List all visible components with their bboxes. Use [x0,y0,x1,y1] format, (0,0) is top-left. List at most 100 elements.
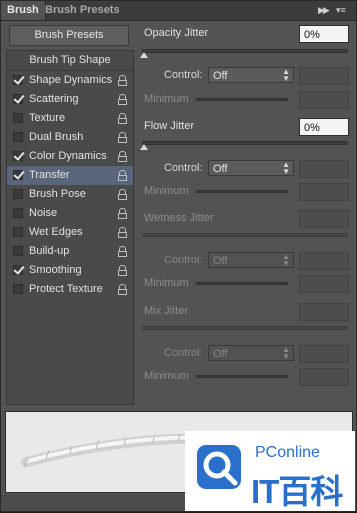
checkbox[interactable] [13,284,23,294]
mix-control-label: Control: [164,347,203,359]
wetness-minimum-slider [196,282,288,285]
option-row-protect-texture[interactable]: Protect Texture [7,280,133,299]
checkbox[interactable] [13,170,23,180]
wetness-control-select: Off ▲ ▼ [208,252,294,268]
checkbox[interactable] [13,265,23,275]
option-row-color-dynamics[interactable]: Color Dynamics [7,147,133,166]
opacity-minimum-field [299,91,349,109]
option-label: Color Dynamics [29,150,107,162]
option-row-smoothing[interactable]: Smoothing [7,261,133,280]
opacity-jitter-slider-thumb[interactable] [140,52,148,58]
watermark-subtitle: IT百科 [251,473,343,510]
opacity-minimum-label: Minimum [144,93,189,105]
opacity-jitter-slider[interactable] [142,49,348,53]
flow-control-value: Off [213,163,228,175]
flow-minimum-slider [196,190,288,193]
option-row-brush-pose[interactable]: Brush Pose [7,185,133,204]
checkbox[interactable] [13,189,23,199]
option-row-wet-edges[interactable]: Wet Edges [7,223,133,242]
select-arrows-icon: ▲ ▼ [282,160,290,176]
option-row-texture[interactable]: Texture [7,109,133,128]
mix-jitter-slider [142,326,348,330]
option-row-build-up[interactable]: Build-up [7,242,133,261]
flow-jitter-field[interactable]: 0% [299,118,349,136]
flow-control-label: Control: [164,162,203,174]
option-label: Wet Edges [29,226,83,238]
wetness-minimum-field [299,275,349,293]
mix-jitter-label: Mix Jitter [144,305,188,317]
lock-icon[interactable] [118,246,127,257]
option-row-noise[interactable]: Noise [7,204,133,223]
lock-icon[interactable] [118,227,127,238]
wetness-jitter-slider [142,233,348,237]
lock-icon[interactable] [118,284,127,295]
option-label: Scattering [29,93,79,105]
mix-jitter-field [299,303,349,321]
option-row-dual-brush[interactable]: Dual Brush [7,128,133,147]
wetness-control-label: Control: [164,254,203,266]
lock-icon[interactable] [118,132,127,143]
checkbox[interactable] [13,94,23,104]
opacity-control-label: Control: [164,69,203,81]
mix-minimum-field [299,368,349,386]
flow-minimum-field [299,183,349,201]
checkbox[interactable] [13,208,23,218]
brush-options-list: Brush Tip Shape Shape Dynamics Scattering… [6,50,134,405]
opacity-jitter-label: Opacity Jitter [144,27,209,39]
watermark: PConline IT百科 [185,431,355,511]
option-label: Smoothing [29,264,82,276]
mix-minimum-slider [196,375,288,378]
flow-control-field [299,160,349,178]
flow-jitter-slider[interactable] [142,141,348,145]
brush-panel: Brush Brush Presets ▶▶ ▾≡ Brush Presets … [0,0,357,512]
lock-icon[interactable] [118,265,127,276]
lock-icon[interactable] [118,189,127,200]
lock-icon[interactable] [118,170,127,181]
lock-icon[interactable] [118,208,127,219]
select-arrows-icon: ▲ ▼ [282,252,290,268]
select-arrows-icon: ▲ ▼ [282,67,290,83]
brush-tip-shape-item[interactable]: Brush Tip Shape [7,51,133,71]
option-label: Brush Pose [29,188,86,200]
collapse-panel-icon[interactable]: ▶▶ [318,4,332,16]
option-label: Dual Brush [29,131,84,143]
wetness-control-field [299,252,349,270]
opacity-jitter-field[interactable]: 0% [299,25,349,43]
wetness-jitter-field [299,210,349,228]
mix-minimum-label: Minimum [144,370,189,382]
option-row-scattering[interactable]: Scattering [7,90,133,109]
brush-presets-button[interactable]: Brush Presets [9,25,129,46]
option-row-transfer[interactable]: Transfer [7,166,133,185]
transfer-settings: Opacity Jitter 0% Control: Off ▲ ▼ Minimum… [136,21,356,409]
opacity-control-value: Off [213,70,228,82]
option-label: Shape Dynamics [29,74,113,86]
pconline-logo-icon [197,445,241,489]
mix-control-value: Off [213,348,228,360]
checkbox[interactable] [13,75,23,85]
flow-jitter-slider-thumb[interactable] [140,144,148,150]
option-label: Transfer [29,169,70,181]
panel-menu-icon[interactable]: ▾≡ [336,4,350,16]
wetness-control-value: Off [213,255,228,267]
checkbox[interactable] [13,151,23,161]
checkbox[interactable] [13,113,23,123]
lock-icon[interactable] [118,75,127,86]
option-label: Noise [29,207,58,219]
lock-icon[interactable] [118,94,127,105]
lock-icon[interactable] [118,151,127,162]
lock-icon[interactable] [118,113,127,124]
opacity-control-select[interactable]: Off ▲ ▼ [208,67,294,83]
checkbox[interactable] [13,227,23,237]
watermark-brand: PConline [255,444,320,461]
tab-brush-presets[interactable]: Brush Presets [39,1,126,20]
checkbox[interactable] [13,132,23,142]
wetness-minimum-label: Minimum [144,277,189,289]
flow-control-select[interactable]: Off ▲ ▼ [208,160,294,176]
option-label: Texture [29,112,66,124]
flow-minimum-label: Minimum [144,185,189,197]
checkbox[interactable] [13,246,23,256]
mix-control-select: Off ▲ ▼ [208,345,294,361]
tab-bar: Brush Brush Presets ▶▶ ▾≡ [1,1,356,21]
opacity-control-field [299,67,349,85]
option-row-shape-dynamics[interactable]: Shape Dynamics [7,71,133,90]
